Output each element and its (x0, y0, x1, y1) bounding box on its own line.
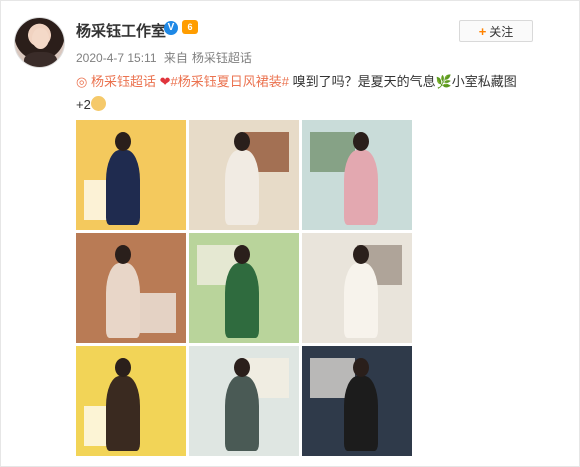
plus-icon: + (478, 23, 487, 39)
photo-5[interactable] (189, 233, 299, 343)
weibo-post-card: 杨采钰工作室 V 6 2020-4-7 15:11 来自 杨采钰超话 + 关注 ◎… (0, 0, 580, 467)
post-meta: 2020-4-7 15:11 来自 杨采钰超话 (76, 49, 256, 66)
post-date-link[interactable]: 2020-4-7 15:11 (76, 51, 157, 65)
photo-figure-head (353, 358, 369, 377)
photo-7[interactable] (76, 346, 186, 456)
photo-figure-head (115, 358, 131, 377)
post-source-link[interactable]: 杨采钰超话 (192, 51, 252, 65)
photo-figure-dress (106, 150, 140, 225)
photo-6[interactable] (302, 233, 412, 343)
photo-figure-dress (344, 376, 378, 451)
vip-badge-icon: 6 (181, 19, 199, 35)
avatar-body (24, 52, 57, 67)
follow-label: 关注 (489, 24, 514, 39)
photo-figure-head (234, 358, 250, 377)
post-body-text: 嗅到了吗？是夏天的气息 (288, 74, 436, 89)
post-text: ◎ 杨采钰超话 ❤#杨采钰夏日风裙装# 嗅到了吗？是夏天的气息🌿小室私藏图 +2 (76, 70, 571, 116)
photo-figure-head (234, 132, 250, 151)
verified-icon: V (164, 21, 178, 35)
photo-grid (76, 120, 412, 456)
super-topic-link[interactable]: 杨采钰超话 (91, 74, 156, 89)
photo-figure-dress (344, 263, 378, 338)
photo-figure-dress (225, 263, 259, 338)
photo-figure-dress (344, 150, 378, 225)
photo-figure-dress (106, 376, 140, 451)
post-body-text-2: 小室私藏图 (451, 74, 517, 89)
photo-4[interactable] (76, 233, 186, 343)
heart-icon: ❤ (159, 74, 171, 89)
photo-figure-head (115, 245, 131, 264)
photo-2[interactable] (189, 120, 299, 230)
photo-figure-dress (225, 376, 259, 451)
photo-figure-head (353, 245, 369, 264)
post-suffix: +2 (76, 97, 91, 112)
photo-figure-dress (106, 263, 140, 338)
vip-level: 6 (187, 22, 193, 32)
cat-emoji-icon (90, 96, 106, 111)
photo-figure-head (234, 245, 250, 264)
user-name-link[interactable]: 杨采钰工作室 (76, 20, 166, 41)
photo-1[interactable] (76, 120, 186, 230)
leaf-icon: 🌿 (435, 74, 452, 89)
photo-8[interactable] (189, 346, 299, 456)
photo-figure-head (115, 132, 131, 151)
follow-button[interactable]: + 关注 (459, 20, 533, 42)
source-prefix: 来自 (163, 51, 188, 65)
avatar-face (32, 28, 49, 49)
photo-9[interactable] (302, 346, 412, 456)
hashtag-link[interactable]: #杨采钰夏日风裙装# (171, 74, 289, 89)
photo-3[interactable] (302, 120, 412, 230)
super-topic-icon: ◎ (76, 74, 88, 89)
photo-figure-head (353, 132, 369, 151)
avatar[interactable] (14, 17, 65, 68)
photo-figure-dress (225, 150, 259, 225)
